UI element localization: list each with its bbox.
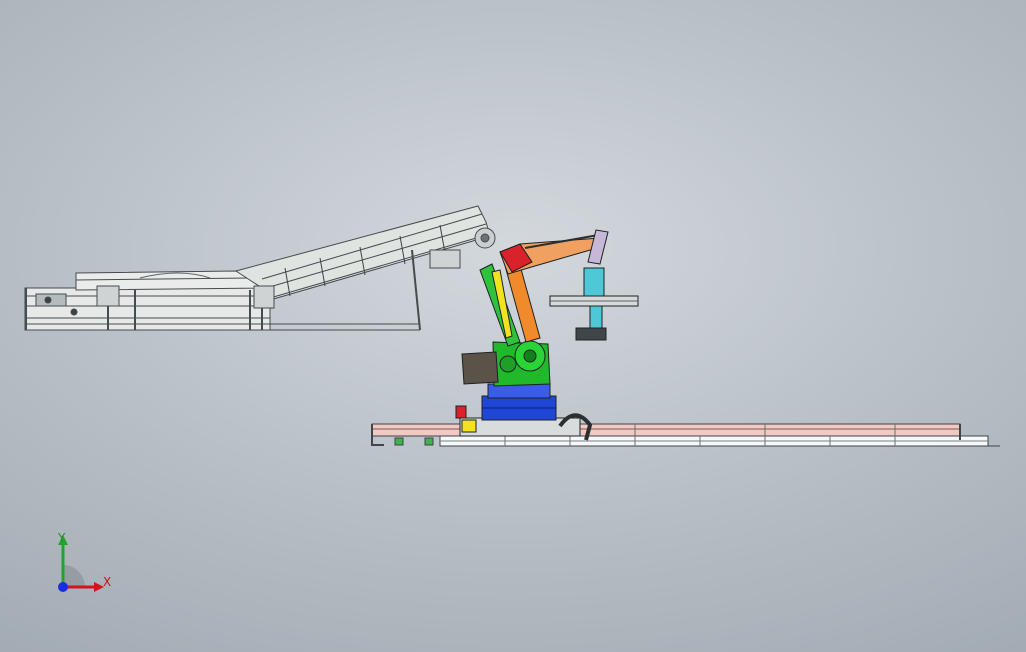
palletizing-robot[interactable] bbox=[455, 229, 639, 441]
counterweight bbox=[461, 351, 499, 385]
x-axis-label: X bbox=[103, 575, 112, 589]
inclined-conveyor[interactable] bbox=[24, 205, 496, 331]
triad-graphic bbox=[58, 535, 104, 592]
y-axis-label: Y bbox=[58, 531, 66, 545]
model-viewport[interactable]: X Y bbox=[0, 0, 1026, 652]
drive-motor bbox=[96, 285, 120, 307]
z-axis-dot bbox=[58, 582, 68, 592]
coordinate-triad: X Y bbox=[40, 525, 120, 605]
gripper-body bbox=[583, 267, 605, 297]
suction-pad bbox=[575, 327, 607, 341]
cad-assembly-drawing bbox=[24, 205, 1000, 447]
